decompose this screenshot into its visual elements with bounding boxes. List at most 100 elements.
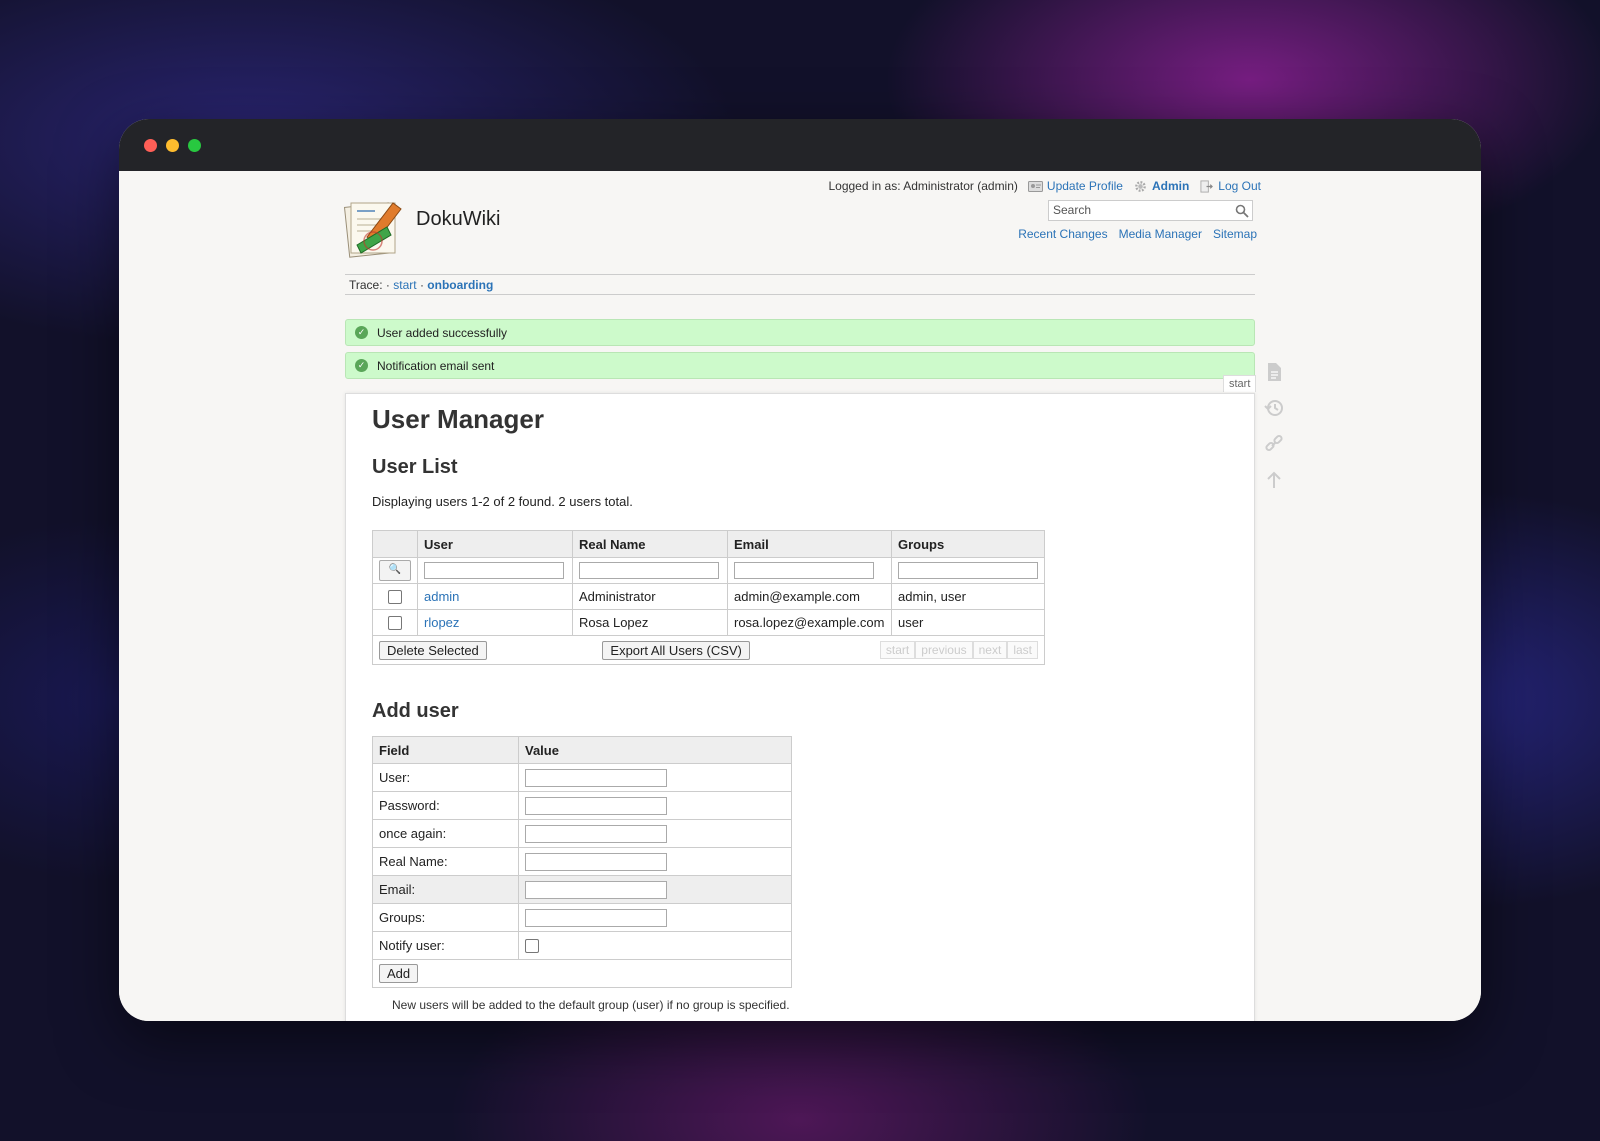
window-titlebar: [119, 119, 1481, 171]
field-label-user: User:: [372, 763, 519, 792]
close-window-button[interactable]: [144, 139, 157, 152]
notify-user-checkbox[interactable]: [525, 939, 539, 954]
add-user-form: Field Value User: Password: once again: …: [372, 736, 792, 988]
site-tools: Recent Changes Media Manager Sitemap: [1018, 227, 1257, 241]
history-icon[interactable]: [1263, 397, 1285, 419]
breadcrumb-label: Trace:: [349, 278, 383, 292]
delete-selected-button[interactable]: Delete Selected: [379, 640, 487, 660]
search-icon[interactable]: [1235, 204, 1249, 218]
logout-icon: [1200, 179, 1214, 193]
user-link[interactable]: admin: [424, 589, 459, 604]
sitemap-link[interactable]: Sitemap: [1213, 227, 1257, 241]
minimize-window-button[interactable]: [166, 139, 179, 152]
field-label-notify: Notify user:: [372, 931, 519, 960]
field-label-password: Password:: [372, 791, 519, 820]
table-row: rlopez Rosa Lopez rosa.lopez@example.com…: [372, 609, 1045, 636]
site-title[interactable]: DokuWiki: [416, 208, 500, 231]
breadcrumb-start[interactable]: start: [393, 278, 416, 292]
dokuwiki-logo-icon[interactable]: [343, 197, 407, 259]
table-actions-row: Delete Selected Export All Users (CSV) s…: [372, 635, 1045, 665]
user-link[interactable]: rlopez: [424, 615, 459, 630]
success-message-text: User added successfully: [377, 325, 508, 340]
recent-changes-link[interactable]: Recent Changes: [1018, 227, 1107, 241]
password-confirm-input[interactable]: [525, 824, 667, 843]
pager-previous-button[interactable]: previous: [915, 640, 973, 659]
arrow-up-icon[interactable]: [1263, 469, 1285, 491]
column-header-real-name: Real Name: [572, 530, 728, 558]
gear-icon: [1135, 180, 1146, 192]
logout-label[interactable]: Log Out: [1218, 179, 1261, 193]
update-profile-label[interactable]: Update Profile: [1047, 179, 1123, 193]
filter-groups-input[interactable]: [898, 562, 1038, 579]
column-header-groups: Groups: [891, 530, 1045, 558]
new-groups-input[interactable]: [525, 908, 667, 927]
breadcrumb-separator: ·: [419, 278, 424, 292]
form-row: Real Name:: [372, 847, 792, 876]
new-password-input[interactable]: [525, 796, 667, 815]
user-real-name: Rosa Lopez: [572, 609, 728, 636]
new-user-input[interactable]: [525, 768, 667, 787]
check-icon: ✓: [355, 359, 368, 372]
user-count-info: Displaying users 1-2 of 2 found. 2 users…: [372, 494, 633, 509]
user-tools: Logged in as: Administrator (admin) Upda…: [828, 179, 1261, 193]
filter-search-button[interactable]: 🔍: [379, 560, 411, 581]
pager-start-button[interactable]: start: [879, 640, 916, 659]
pager-last-button[interactable]: last: [1007, 640, 1038, 659]
page-viewport: Logged in as: Administrator (admin) Upda…: [119, 171, 1481, 1021]
media-manager-link[interactable]: Media Manager: [1119, 227, 1202, 241]
select-user-checkbox[interactable]: [388, 616, 402, 631]
page-content: User Manager User List Displaying users …: [345, 393, 1255, 1021]
table-row: admin Administrator admin@example.com ad…: [372, 583, 1045, 610]
form-row: Password:: [372, 791, 792, 820]
form-row: Email:: [372, 875, 792, 904]
export-csv-button[interactable]: Export All Users (CSV): [602, 640, 750, 660]
form-row: once again:: [372, 819, 792, 848]
browser-window: Logged in as: Administrator (admin) Upda…: [119, 119, 1481, 1021]
add-user-button[interactable]: Add: [379, 964, 419, 983]
user-list-heading: User List: [372, 456, 458, 478]
filter-name-input[interactable]: [579, 562, 719, 579]
user-email: rosa.lopez@example.com: [727, 609, 892, 636]
form-header-row: Field Value: [372, 736, 792, 764]
form-row: User:: [372, 763, 792, 792]
pagination: start previous next last: [879, 640, 1038, 659]
field-label-groups: Groups:: [372, 903, 519, 932]
admin-link[interactable]: Admin: [1133, 179, 1189, 193]
field-label-password-confirm: once again:: [372, 819, 519, 848]
page-title: User Manager: [372, 404, 544, 434]
logged-in-text: Logged in as: Administrator (admin): [828, 179, 1018, 193]
success-message: ✓ User added successfully: [345, 319, 1255, 346]
select-column-header: [372, 530, 418, 558]
maximize-window-button[interactable]: [188, 139, 201, 152]
filter-email-input[interactable]: [734, 562, 874, 579]
form-row: Notify user:: [372, 931, 792, 960]
field-label-real-name: Real Name:: [372, 847, 519, 876]
column-header-user: User: [417, 530, 573, 558]
add-user-heading: Add user: [372, 700, 459, 722]
column-header-value: Value: [518, 736, 792, 764]
new-real-name-input[interactable]: [525, 852, 667, 871]
check-icon: ✓: [355, 326, 368, 339]
breadcrumb: Trace: · start · onboarding: [345, 274, 1255, 295]
filter-user-input[interactable]: [424, 562, 564, 579]
user-table: User Real Name Email Groups 🔍 admin Admi…: [372, 530, 1045, 665]
new-email-input[interactable]: [525, 880, 667, 899]
magnifier-icon: 🔍: [388, 564, 402, 575]
breadcrumb-onboarding[interactable]: onboarding: [427, 278, 493, 292]
field-label-email: Email:: [372, 875, 519, 904]
update-profile-link[interactable]: Update Profile: [1027, 179, 1123, 193]
page-icon[interactable]: [1263, 361, 1285, 383]
user-real-name: Administrator: [572, 583, 728, 610]
link-icon[interactable]: [1263, 433, 1285, 455]
breadcrumb-separator: ·: [385, 278, 390, 292]
user-groups: admin, user: [891, 583, 1045, 610]
column-header-email: Email: [727, 530, 892, 558]
search-input[interactable]: Search: [1048, 200, 1253, 221]
pager-next-button[interactable]: next: [972, 640, 1008, 659]
admin-label[interactable]: Admin: [1152, 179, 1189, 193]
form-actions-row: Add: [372, 959, 792, 988]
logout-link[interactable]: Log Out: [1199, 179, 1261, 193]
form-row: Groups:: [372, 903, 792, 932]
select-user-checkbox[interactable]: [388, 590, 402, 605]
filter-row: 🔍: [372, 557, 1045, 584]
